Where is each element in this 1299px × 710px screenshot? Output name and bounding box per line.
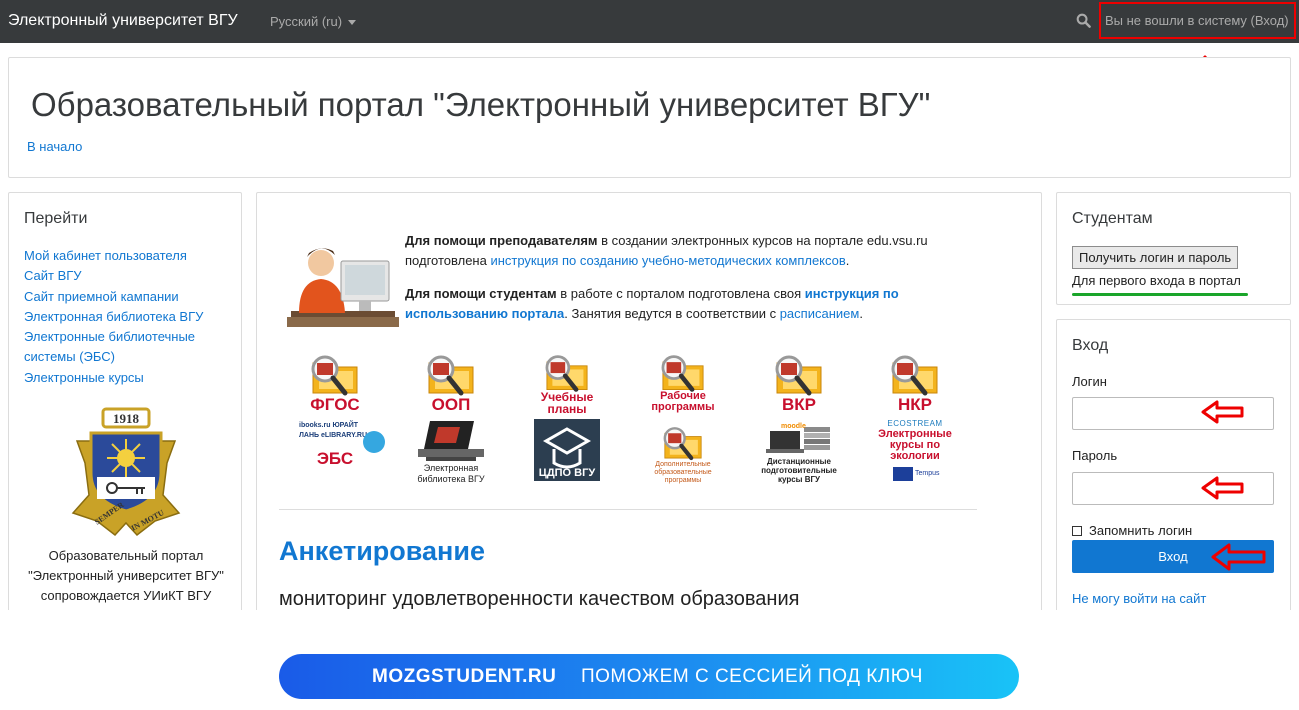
navigation-links: Мой кабинет пользователя Сайт ВГУ Сайт п…	[24, 246, 229, 388]
main-content: Для помощи преподавателям в создании эле…	[256, 192, 1042, 622]
folder-magnifier-icon	[427, 355, 474, 396]
tile-label: ФГОС	[310, 395, 360, 414]
tile-work-programs[interactable]: Рабочие программы	[633, 353, 733, 413]
folder-magnifier-icon	[663, 427, 702, 461]
top-navbar: Электронный университет ВГУ Русский (ru)…	[0, 0, 1299, 43]
portal-note: Образовательный портал "Электронный унив…	[9, 546, 243, 606]
tile-vkr[interactable]: ВКР	[749, 353, 849, 415]
students-text: в работе с порталом подготовлена своя	[556, 286, 805, 301]
schedule-link[interactable]: расписанием	[780, 306, 860, 321]
survey-heading[interactable]: Анкетирование	[279, 536, 485, 567]
login-block-title: Вход	[1072, 337, 1109, 354]
page-title: Образовательный портал "Электронный унив…	[31, 86, 931, 123]
students-bold: Для помощи студентам	[405, 286, 557, 301]
eu-flag-icon	[893, 467, 913, 481]
navigation-block-title: Перейти	[24, 210, 88, 227]
tile-label: Дополнительные образовательные программы	[654, 461, 712, 484]
first-login-note: Для первого входа в портал	[1072, 273, 1241, 288]
teachers-end: .	[845, 253, 850, 268]
navigation-block: Перейти Мой кабинет пользователя Сайт ВГ…	[8, 192, 242, 622]
red-left-arrow-icon	[1211, 543, 1266, 571]
page-header: Образовательный портал "Электронный унив…	[8, 57, 1291, 178]
remember-login-label: Запомнить логин	[1089, 523, 1193, 538]
laptop-book-icon	[418, 421, 484, 461]
tempus-logo: Tempus	[915, 470, 940, 477]
crest-year: 1918	[113, 411, 140, 426]
students-end: .	[859, 306, 863, 321]
folder-magnifier-icon	[891, 355, 938, 396]
nav-link-my-cabinet[interactable]: Мой кабинет пользователя	[24, 246, 229, 266]
nav-link-admission[interactable]: Сайт приемной кампании	[24, 287, 229, 307]
language-menu[interactable]: Русский (ru)	[270, 14, 357, 29]
moodle-logo: moodle	[781, 423, 806, 430]
tile-curricula[interactable]: Учебные планы	[517, 353, 617, 415]
intro-text: Для помощи преподавателям в создании эле…	[405, 231, 945, 337]
divider	[279, 509, 977, 510]
login-block: Вход Логин Пароль Запомнить логин Вход Н…	[1056, 319, 1291, 622]
tile-label: НКР	[898, 395, 932, 414]
students-mid: . Занятия ведутся в соответствии с	[564, 306, 780, 321]
red-left-arrow-icon	[1201, 476, 1244, 500]
checkbox-icon[interactable]	[1072, 526, 1082, 536]
get-login-password-button[interactable]: Получить логин и пароль	[1072, 246, 1239, 269]
tile-oop[interactable]: ООП	[401, 353, 501, 415]
folder-magnifier-icon	[545, 355, 588, 392]
tile-label: Дистанционные подготовительные курсы ВГУ	[761, 457, 837, 484]
banner-tagline: ПОМОЖЕМ С СЕССИЕЙ ПОД КЛЮЧ	[581, 666, 923, 687]
folder-magnifier-icon	[661, 355, 704, 392]
tile-label: Электронная библиотека ВГУ	[417, 463, 485, 484]
red-left-arrow-icon	[1201, 400, 1244, 424]
portal-note-line: Образовательный портал	[48, 548, 204, 563]
folder-magnifier-icon	[311, 355, 358, 396]
tile-ebs[interactable]: ibooks.ru ЮРАЙТ ЛАНЬ eLIBRARY.RU ЭБС	[285, 421, 385, 469]
nav-link-vsu-site[interactable]: Сайт ВГУ	[24, 266, 229, 286]
folder-magnifier-icon	[775, 355, 822, 396]
green-underline	[1072, 293, 1248, 296]
teachers-paragraph: Для помощи преподавателям в создании эле…	[405, 231, 945, 271]
forgot-login-link[interactable]: Не могу войти на сайт	[1072, 591, 1206, 606]
teachers-instruction-link[interactable]: инструкция по созданию учебно-методическ…	[490, 253, 845, 268]
teacher-at-computer-illustration	[287, 248, 399, 327]
students-block-title: Студентам	[1072, 210, 1153, 227]
portal-note-line: "Электронный университет ВГУ"	[28, 568, 224, 583]
ebs-partner-logos: ibooks.ru ЮРАЙТ ЛАНЬ eLIBRARY.RU	[299, 422, 368, 439]
tile-label: Рабочие программы	[651, 390, 715, 413]
nav-link-ebs[interactable]: Электронные библиотечные системы (ЭБС)	[24, 327, 229, 368]
password-label: Пароль	[1072, 448, 1118, 463]
portal-note-line: сопровождается УИиКТ ВГУ	[40, 588, 212, 603]
tile-label: ВКР	[782, 395, 816, 414]
tile-ecology-courses[interactable]: ECOSTREAM Электронные курсы по экологии …	[865, 419, 965, 481]
tile-label: Электронные курсы по экологии	[878, 428, 952, 462]
chevron-down-icon	[348, 20, 357, 26]
university-crest-logo: 1918 SEMPER IN MOTU	[71, 407, 181, 537]
ecostream-logo: ECOSTREAM	[887, 419, 943, 428]
tile-fgos[interactable]: ФГОС	[285, 353, 385, 415]
banner-brand: MOZGSTUDENT.RU	[372, 666, 557, 687]
tile-nkr[interactable]: НКР	[865, 353, 965, 415]
students-paragraph: Для помощи студентам в работе с порталом…	[405, 284, 945, 324]
search-icon[interactable]	[1076, 13, 1091, 28]
tile-label: Учебные планы	[540, 390, 594, 416]
tile-library[interactable]: Электронная библиотека ВГУ	[401, 419, 501, 485]
breadcrumb-home[interactable]: В начало	[27, 139, 82, 154]
tile-label: ЦДПО ВГУ	[538, 467, 596, 479]
students-block: Студентам Получить логин и пароль Для пе…	[1056, 192, 1291, 305]
teachers-bold: Для помощи преподавателям	[405, 233, 598, 248]
tile-distance-courses[interactable]: moodle Дистанционные подготовительные ку…	[749, 419, 849, 484]
promo-banner[interactable]: MOZGSTUDENT.RU ПОМОЖЕМ С СЕССИЕЙ ПОД КЛЮ…	[279, 654, 1019, 699]
login-label: Логин	[1072, 374, 1107, 389]
ebs-logo-icon	[363, 431, 385, 453]
remember-login-checkbox[interactable]: Запомнить логин	[1072, 523, 1192, 538]
nav-link-courses[interactable]: Электронные курсы	[24, 368, 229, 388]
tile-label: ООП	[431, 395, 471, 414]
tile-cdpo[interactable]: ЦДПО ВГУ	[517, 419, 617, 481]
site-brand-link[interactable]: Электронный университет ВГУ	[8, 12, 238, 30]
language-label: Русский (ru)	[270, 14, 343, 29]
nav-link-library[interactable]: Электронная библиотека ВГУ	[24, 307, 229, 327]
survey-subtitle: мониторинг удовлетворенности качеством о…	[279, 588, 800, 610]
tile-additional-programs[interactable]: Дополнительные образовательные программы	[633, 425, 733, 485]
login-status-link[interactable]: Вы не вошли в систему (Вход)	[1099, 2, 1296, 39]
